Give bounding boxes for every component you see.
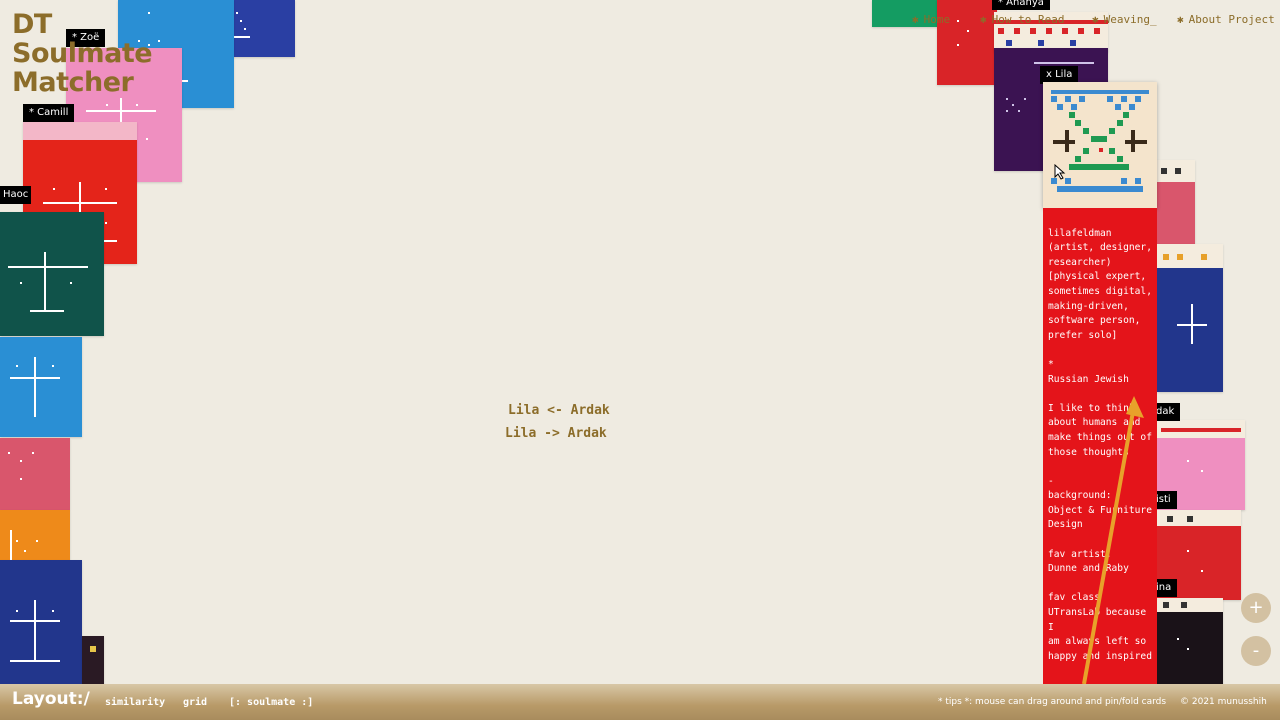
nav-weaving[interactable]: ✱ Weaving_ — [1092, 13, 1157, 26]
tips-text: * tips *: mouse can drag around and pin/… — [938, 697, 1167, 707]
zoom-in-button[interactable]: + — [1241, 593, 1271, 623]
profile-tags: [physical expert, sometimes digital, mak… — [1048, 271, 1152, 341]
layout-soulmate-button[interactable]: [: soulmate :] — [229, 697, 313, 708]
mouse-cursor-icon — [1054, 164, 1066, 180]
copyright-text: © 2021 munusshih — [1180, 697, 1267, 707]
nav-weaving-label: Weaving_ — [1103, 13, 1157, 26]
card-navy-right[interactable] — [1157, 244, 1223, 392]
title-line-2: Soulmate — [12, 38, 153, 69]
card-small-dark[interactable] — [82, 636, 104, 684]
profile-name: lilafeldman — [1048, 227, 1112, 239]
card-blue-left[interactable] — [0, 337, 82, 437]
nav-about-project-label: About Project — [1188, 13, 1275, 26]
card-tag-ananya[interactable]: * Ananya — [992, 0, 1050, 10]
title-line-1: DT — [12, 9, 52, 40]
layout-grid-button[interactable]: grid — [183, 697, 207, 708]
match-line-outgoing: Lila -> Ardak — [505, 426, 607, 441]
layout-similarity-button[interactable]: similarity — [105, 697, 165, 708]
card-tag-camill[interactable]: * Camill — [23, 104, 75, 122]
card-pink-right[interactable] — [1157, 160, 1195, 244]
card-tag-haoc[interactable]: Haoc — [0, 186, 32, 204]
card-rose-left[interactable] — [0, 438, 70, 510]
star-icon: ✱ — [980, 13, 987, 26]
card-navy-left[interactable] — [0, 560, 82, 684]
nav-home-label: Home — [923, 13, 951, 26]
app-title[interactable]: DT Soulmate Matcher — [12, 9, 153, 98]
profile-separator: * — [1048, 358, 1054, 370]
match-line-incoming: Lila <- Ardak — [508, 403, 610, 418]
nav-home[interactable]: ✱ Home — [912, 13, 950, 26]
zoom-out-button[interactable]: - — [1241, 636, 1271, 666]
profile-roles: (artist, designer, researcher) — [1048, 242, 1152, 268]
profile-heritage: Russian Jewish — [1048, 373, 1129, 385]
title-line-3: Matcher — [12, 67, 134, 98]
match-arrow — [1082, 396, 1144, 685]
nav-about-project[interactable]: ✱ About Project — [1177, 13, 1275, 26]
card-lila-pinned[interactable] — [1043, 82, 1157, 208]
star-icon: ✱ — [1177, 13, 1184, 26]
layout-label: Layout:/ — [12, 689, 90, 709]
star-icon: ✱ — [1092, 13, 1099, 26]
nav-how-to-read[interactable]: ✱ How to Read — [980, 13, 1064, 26]
card-black-right[interactable] — [1157, 598, 1223, 684]
star-icon: ✱ — [912, 13, 919, 26]
card-teal[interactable] — [0, 212, 104, 336]
nav-how-to-read-label: How to Read — [991, 13, 1065, 26]
